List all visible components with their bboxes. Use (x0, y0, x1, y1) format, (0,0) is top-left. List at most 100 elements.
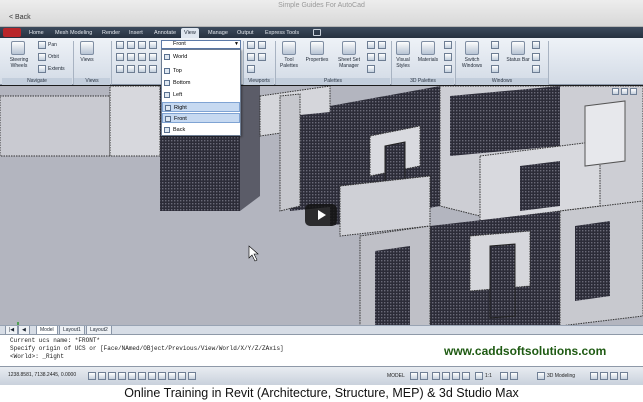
tab-express-tools[interactable]: Express Tools (262, 28, 302, 38)
ucs-previous-icon[interactable] (138, 41, 146, 49)
sheet-set-manager-label[interactable]: Sheet Set Manager (333, 57, 365, 69)
switch-windows-label[interactable]: Switch Windows (457, 57, 487, 69)
ortho-mode-icon[interactable] (118, 372, 126, 380)
extents-icon[interactable] (38, 65, 46, 73)
properties-icon[interactable] (310, 41, 324, 55)
object-snap-tracking-icon[interactable] (158, 372, 166, 380)
hardware-acceleration-icon[interactable] (610, 372, 618, 380)
tab-insert[interactable]: Insert (126, 28, 146, 38)
markup-set-icon[interactable] (367, 53, 375, 61)
polar-tracking-icon[interactable] (128, 372, 136, 380)
switch-windows-icon[interactable] (465, 41, 479, 55)
materials-label[interactable]: Materials (415, 57, 441, 63)
command-line-icon[interactable] (532, 53, 540, 61)
viewport-config-icon[interactable] (247, 41, 255, 49)
tool-palettes-label[interactable]: Tool Palettes (276, 57, 302, 69)
application-menu-button[interactable] (3, 28, 21, 37)
annotation-visibility-icon[interactable] (500, 372, 508, 380)
ucs-world-icon[interactable] (127, 41, 135, 49)
ucs-preset-combo[interactable]: Front ▼ (161, 40, 241, 49)
quickcalc-icon[interactable] (367, 65, 375, 73)
quick-view-drawings-icon[interactable] (420, 372, 428, 380)
showmotion-icon[interactable] (462, 372, 470, 380)
ucs-3point-icon[interactable] (116, 65, 124, 73)
snap-mode-icon[interactable] (98, 372, 106, 380)
ucs-view-icon[interactable] (127, 53, 135, 61)
lock-ui-icon[interactable] (590, 372, 598, 380)
steering-wheel-status-icon[interactable] (452, 372, 460, 380)
ucs-icon[interactable] (116, 41, 124, 49)
visual-styles-label[interactable]: Visual Styles (392, 57, 414, 69)
ucs-option-left[interactable]: Left (162, 90, 240, 100)
object-snap-icon[interactable] (138, 372, 146, 380)
steering-wheels-label[interactable]: Steering Wheels (2, 57, 36, 69)
layer-properties-icon[interactable] (378, 53, 386, 61)
sheet-set-manager-icon[interactable] (342, 41, 356, 55)
ucs-origin-icon[interactable] (138, 53, 146, 61)
tab-view[interactable]: View (181, 28, 199, 38)
isolate-objects-icon[interactable] (600, 372, 608, 380)
video-play-button[interactable] (305, 204, 337, 226)
zoom-status-icon[interactable] (442, 372, 450, 380)
design-center-icon[interactable] (367, 41, 375, 49)
ucs-object-icon[interactable] (116, 53, 124, 61)
ucs-option-front[interactable]: Front (162, 113, 240, 123)
sun-properties-icon[interactable] (444, 65, 452, 73)
clean-screen-status-icon[interactable] (620, 372, 628, 380)
ucs-option-world[interactable]: World (162, 52, 240, 62)
steering-wheels-icon[interactable] (11, 41, 25, 55)
tile-vertical-icon[interactable] (491, 53, 499, 61)
tab-annotate[interactable]: Annotate (151, 28, 179, 38)
viewport-restore-icon[interactable] (258, 53, 266, 61)
user-interface-icon[interactable] (532, 65, 540, 73)
extents-label[interactable]: Extents (48, 66, 65, 72)
tab-mesh-modeling[interactable]: Mesh Modeling (52, 28, 95, 38)
pan-label[interactable]: Pan (48, 42, 57, 48)
workspace-switching-icon[interactable] (537, 372, 545, 380)
tile-horizontal-icon[interactable] (491, 41, 499, 49)
dynamic-input-icon[interactable] (178, 372, 186, 380)
back-button[interactable]: < Back (9, 14, 31, 21)
visual-styles-icon[interactable] (396, 41, 410, 55)
3d-object-snap-icon[interactable] (148, 372, 156, 380)
infer-constraints-icon[interactable] (88, 372, 96, 380)
join-viewports-icon[interactable] (247, 65, 255, 73)
ucs-option-back[interactable]: Back (162, 125, 240, 135)
materials-icon[interactable] (421, 41, 435, 55)
ucs-x-icon[interactable] (127, 65, 135, 73)
viewport-close-icon[interactable] (630, 88, 637, 95)
views-button-label[interactable]: Views (74, 57, 100, 63)
tool-palettes-icon[interactable] (282, 41, 296, 55)
named-viewports-icon[interactable] (247, 53, 255, 61)
ucs-z-icon[interactable] (149, 65, 157, 73)
external-references-icon[interactable] (378, 41, 386, 49)
tab-manage[interactable]: Manage (205, 28, 231, 38)
quick-view-layouts-icon[interactable] (410, 372, 418, 380)
ucs-option-bottom[interactable]: Bottom (162, 78, 240, 88)
properties-label[interactable]: Properties (302, 57, 332, 63)
clean-screen-icon[interactable] (532, 41, 540, 49)
model-space-toggle[interactable]: MODEL (387, 373, 405, 379)
viewport-minimize-icon[interactable] (612, 88, 619, 95)
ribbon-minimize-icon[interactable] (313, 29, 321, 36)
pan-status-icon[interactable] (432, 372, 440, 380)
ucs-zaxis-icon[interactable] (149, 53, 157, 61)
viewport-split-icon[interactable] (258, 41, 266, 49)
orbit-label[interactable]: Orbit (48, 54, 59, 60)
tab-render[interactable]: Render (99, 28, 123, 38)
annotation-scale-icon[interactable] (475, 372, 483, 380)
lights-icon[interactable] (444, 41, 452, 49)
auto-scale-icon[interactable] (510, 372, 518, 380)
command-prompt-line[interactable]: <World>: _Right (10, 353, 64, 360)
video-frame[interactable]: Home Mesh Modeling Render Insert Annotat… (0, 27, 643, 385)
ucs-y-icon[interactable] (138, 65, 146, 73)
views-icon[interactable] (80, 41, 94, 55)
orbit-icon[interactable] (38, 53, 46, 61)
status-bar-icon[interactable] (511, 41, 525, 55)
pan-icon[interactable] (38, 41, 46, 49)
ucs-face-icon[interactable] (149, 41, 157, 49)
cascade-icon[interactable] (491, 65, 499, 73)
grid-display-icon[interactable] (108, 372, 116, 380)
advanced-render-icon[interactable] (444, 53, 452, 61)
ucs-option-top[interactable]: Top (162, 66, 240, 76)
